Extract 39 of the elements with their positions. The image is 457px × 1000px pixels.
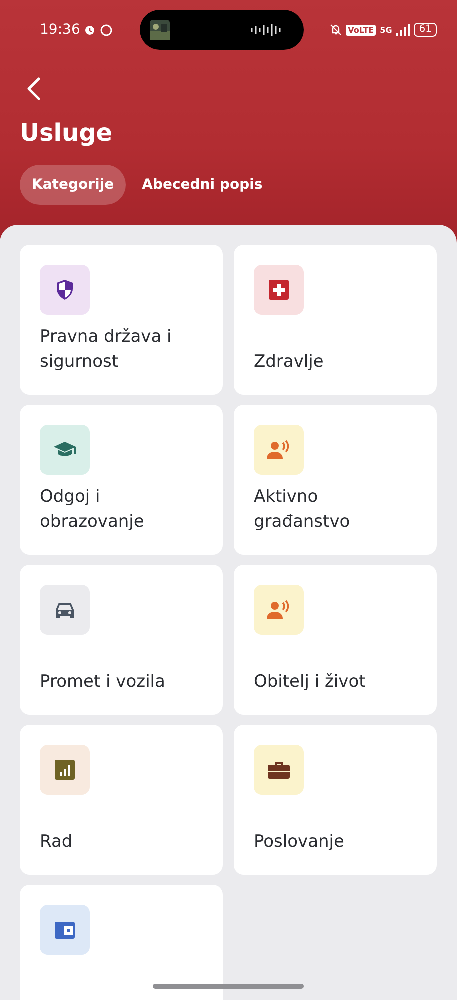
category-card[interactable] bbox=[20, 885, 223, 1000]
speaking-person-icon bbox=[267, 440, 291, 460]
category-label: Zdravlje bbox=[254, 351, 325, 374]
medical-cross-icon bbox=[269, 280, 289, 300]
bar-chart-icon bbox=[55, 760, 75, 780]
wallet-icon bbox=[55, 920, 75, 940]
speaking-person-icon bbox=[267, 600, 291, 620]
graduation-cap-icon bbox=[53, 441, 77, 459]
waveform-icon bbox=[250, 23, 282, 37]
category-card[interactable]: Pravna država i sigurnost bbox=[20, 245, 223, 395]
category-label: Aktivno građanstvo bbox=[254, 486, 352, 534]
network-type: 5G bbox=[380, 26, 392, 34]
category-card[interactable]: Promet i vozila bbox=[20, 565, 223, 715]
category-card[interactable]: Obitelj i život bbox=[234, 565, 437, 715]
category-card[interactable]: Poslovanje bbox=[234, 725, 437, 875]
category-card[interactable]: Aktivno građanstvo bbox=[234, 405, 437, 555]
category-label: Rad bbox=[40, 831, 74, 854]
signal-icon bbox=[396, 24, 410, 36]
briefcase-icon bbox=[268, 760, 290, 780]
back-button[interactable] bbox=[26, 77, 42, 103]
alarm-icon bbox=[84, 24, 96, 36]
dynamic-island[interactable] bbox=[140, 10, 304, 50]
page-title: Usluge bbox=[20, 119, 114, 147]
battery-indicator: 61 bbox=[414, 23, 437, 37]
muted-bell-icon bbox=[330, 24, 342, 36]
category-label: Promet i vozila bbox=[40, 671, 166, 694]
category-label: Pravna država i sigurnost bbox=[40, 326, 173, 374]
category-label: Poslovanje bbox=[254, 831, 346, 854]
category-label: Odgoj i obrazovanje bbox=[40, 486, 146, 534]
category-card[interactable]: Odgoj i obrazovanje bbox=[20, 405, 223, 555]
category-label: Obitelj i život bbox=[254, 671, 367, 694]
volte-badge: VoLTE bbox=[346, 24, 376, 36]
clock-time: 19:36 bbox=[40, 22, 80, 38]
tab[interactable]: Abecedni popis bbox=[130, 165, 275, 205]
category-card[interactable]: Zdravlje bbox=[234, 245, 437, 395]
shield-icon bbox=[55, 279, 75, 301]
category-card[interactable]: Rad bbox=[20, 725, 223, 875]
tab[interactable]: Kategorije bbox=[20, 165, 126, 205]
car-icon bbox=[55, 601, 75, 619]
